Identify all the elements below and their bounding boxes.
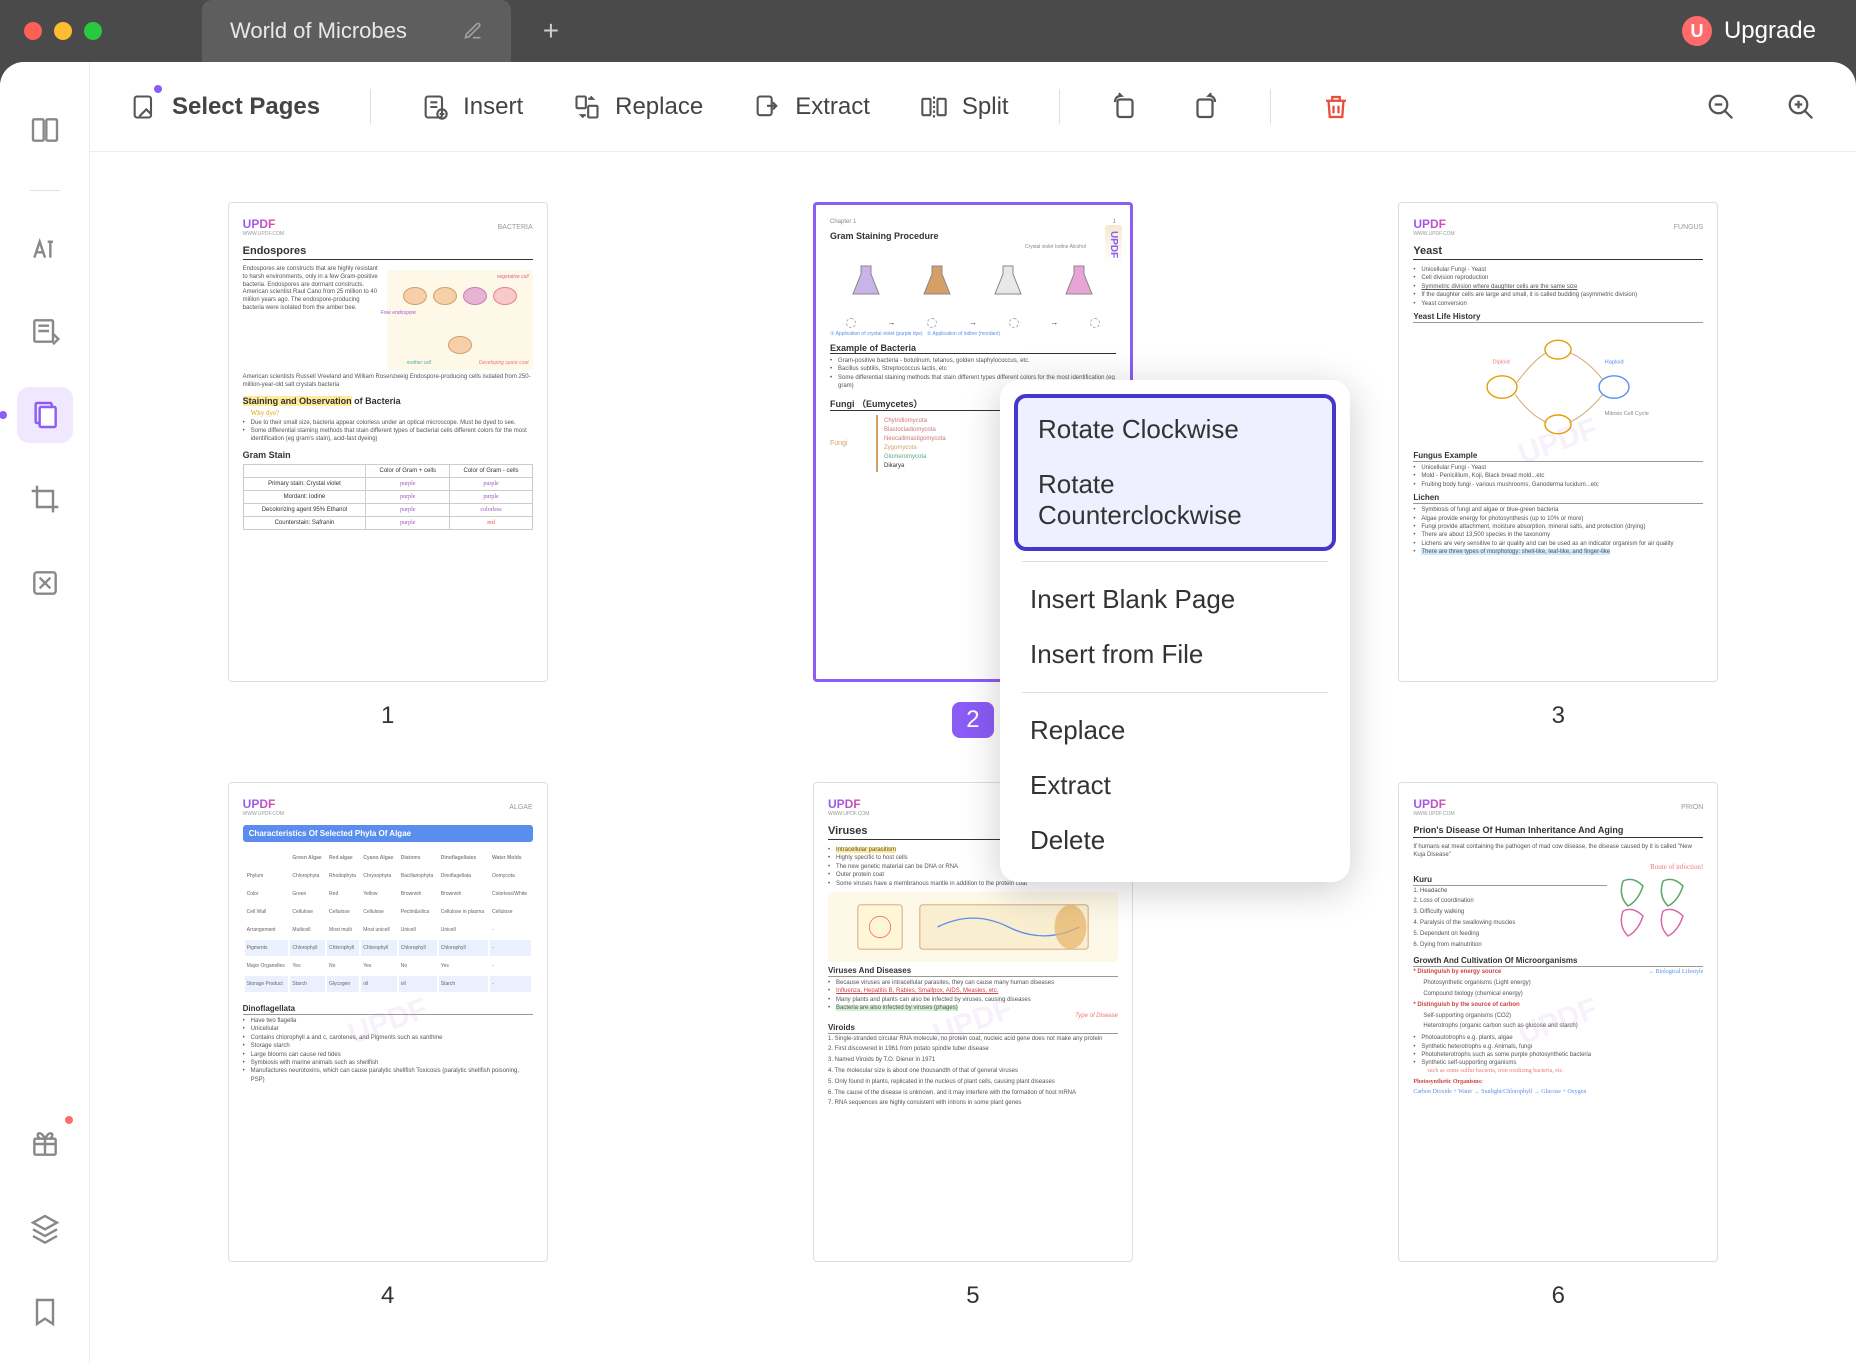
document-tab[interactable]: World of Microbes bbox=[202, 0, 511, 62]
context-rotate-ccw[interactable]: Rotate Counterclockwise bbox=[1022, 457, 1328, 543]
page-number: 2 bbox=[952, 702, 993, 738]
svg-text:Haploid: Haploid bbox=[1605, 360, 1624, 366]
tab-title: World of Microbes bbox=[230, 18, 407, 44]
upgrade-button[interactable]: U Upgrade bbox=[1682, 16, 1816, 46]
insert-button[interactable]: Insert bbox=[421, 93, 523, 121]
context-replace[interactable]: Replace bbox=[1014, 703, 1336, 758]
context-menu: Rotate Clockwise Rotate Counterclockwise… bbox=[1000, 380, 1350, 882]
zoom-in-button[interactable] bbox=[1786, 92, 1816, 122]
page-number: 1 bbox=[381, 702, 394, 730]
new-tab-button[interactable]: + bbox=[531, 11, 571, 51]
page-number: 3 bbox=[1552, 702, 1565, 730]
titlebar: World of Microbes + U Upgrade bbox=[0, 0, 1856, 62]
sidebar-annotate[interactable] bbox=[17, 219, 73, 275]
context-rotate-cw[interactable]: Rotate Clockwise bbox=[1022, 402, 1328, 457]
sidebar-crop[interactable] bbox=[17, 471, 73, 527]
page-thumbnail-3[interactable]: UPDF UPDFWWW.UPDF.COMFUNGUS Yeast Unicel… bbox=[1398, 202, 1718, 742]
page-thumbnail-6[interactable]: UPDF UPDFWWW.UPDF.COMPRION Prion's Disea… bbox=[1398, 782, 1718, 1314]
upgrade-label: Upgrade bbox=[1724, 17, 1816, 45]
page-number: 6 bbox=[1552, 1282, 1565, 1310]
sidebar-redact[interactable] bbox=[17, 555, 73, 611]
edit-tab-icon[interactable] bbox=[463, 21, 483, 41]
context-insert-blank[interactable]: Insert Blank Page bbox=[1014, 572, 1336, 627]
context-insert-file[interactable]: Insert from File bbox=[1014, 627, 1336, 682]
split-button[interactable]: Split bbox=[920, 93, 1009, 121]
sidebar-bookmark[interactable] bbox=[17, 1284, 73, 1340]
context-extract[interactable]: Extract bbox=[1014, 758, 1336, 813]
delete-button[interactable] bbox=[1321, 92, 1351, 122]
page-number: 4 bbox=[381, 1282, 394, 1310]
window-maximize-button[interactable] bbox=[84, 22, 102, 40]
sidebar-edit[interactable] bbox=[17, 303, 73, 359]
window-minimize-button[interactable] bbox=[54, 22, 72, 40]
page-grid: UPDFWWW.UPDF.COMBACTERIA Endospores Endo… bbox=[90, 152, 1856, 1364]
context-menu-highlighted-group: Rotate Clockwise Rotate Counterclockwise bbox=[1014, 394, 1336, 551]
page-thumbnail-1[interactable]: UPDFWWW.UPDF.COMBACTERIA Endospores Endo… bbox=[228, 202, 548, 742]
svg-text:Diploid: Diploid bbox=[1493, 360, 1510, 366]
upgrade-badge-icon: U bbox=[1682, 16, 1712, 46]
rotate-cw-button[interactable] bbox=[1190, 92, 1220, 122]
context-delete[interactable]: Delete bbox=[1014, 813, 1336, 868]
sidebar-reader[interactable] bbox=[17, 102, 73, 158]
svg-text:Mitosis Cell Cycle: Mitosis Cell Cycle bbox=[1605, 411, 1649, 417]
page-number: 5 bbox=[966, 1282, 979, 1310]
rotate-ccw-button[interactable] bbox=[1110, 92, 1140, 122]
replace-button[interactable]: Replace bbox=[573, 93, 703, 121]
extract-button[interactable]: Extract bbox=[753, 93, 870, 121]
zoom-out-button[interactable] bbox=[1706, 92, 1736, 122]
select-pages-button[interactable]: Select Pages bbox=[130, 93, 320, 121]
left-sidebar bbox=[0, 62, 90, 1364]
sidebar-organize-pages[interactable] bbox=[17, 387, 73, 443]
toolbar: Select Pages Insert Replace Extract bbox=[90, 62, 1856, 152]
page-thumbnail-4[interactable]: UPDF UPDFWWW.UPDF.COMALGAE Characteristi… bbox=[228, 782, 548, 1314]
sidebar-gift[interactable] bbox=[17, 1116, 73, 1172]
sidebar-layers[interactable] bbox=[17, 1200, 73, 1256]
window-close-button[interactable] bbox=[24, 22, 42, 40]
